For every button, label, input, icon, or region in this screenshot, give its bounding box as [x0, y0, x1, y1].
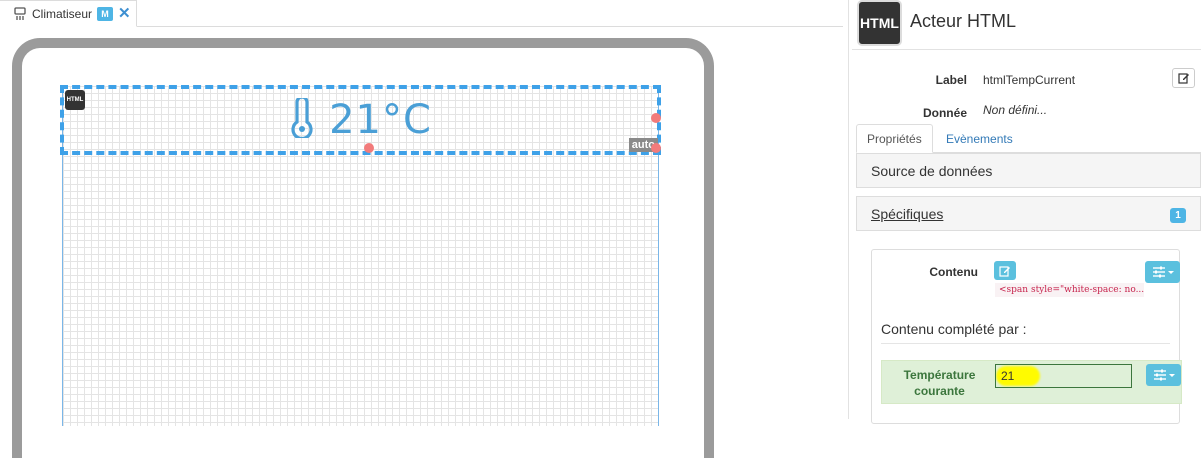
html-widget[interactable]: 21°C HTML auto [60, 85, 661, 155]
html-badge: HTML [65, 90, 85, 110]
section-specific-label: Spécifiques [871, 205, 944, 222]
header-divider [852, 49, 1201, 50]
edit-label-button[interactable] [1172, 68, 1195, 88]
resize-handle-right[interactable] [651, 113, 661, 123]
design-editor: Climatiseur M ✕ 21°C HTML auto [0, 0, 843, 458]
tab-climatiseur[interactable]: Climatiseur M ✕ [0, 0, 137, 27]
section-specific[interactable]: Spécifiques 1 [856, 196, 1201, 231]
device-icon [13, 6, 27, 21]
panel-divider[interactable] [848, 0, 849, 419]
edit-content-button[interactable] [994, 261, 1016, 280]
label-value: htmlTempCurrent [983, 73, 1076, 87]
tab-events[interactable]: Evènements [936, 124, 1023, 153]
edit-icon [1177, 73, 1189, 84]
tab-label: Climatiseur [32, 6, 93, 21]
properties-panel: HTML Acteur HTML Label htmlTempCurrent D… [852, 0, 1201, 424]
data-value: Non défini... [983, 103, 1048, 117]
content-code-preview: <span style="white-space: no... [995, 283, 1144, 297]
completed-by-divider [881, 343, 1170, 344]
temperature-value: 21°C [329, 97, 432, 143]
temperature-row: Température courante [881, 360, 1182, 404]
widget-content: 21°C [64, 89, 657, 151]
content-options-button[interactable] [1145, 261, 1180, 283]
edit-icon [999, 265, 1010, 277]
tab-properties[interactable]: Propriétés [856, 124, 933, 153]
tab-badge: M [97, 6, 114, 21]
temperature-label: Température courante [903, 368, 976, 398]
completed-by-title: Contenu complété par : [881, 321, 1027, 337]
thermometer-icon [289, 94, 315, 143]
data-caption: Donnée [922, 106, 967, 120]
resize-handle-corner[interactable] [651, 143, 661, 153]
label-caption: Label [935, 73, 967, 87]
close-icon[interactable]: ✕ [118, 6, 131, 21]
section-data-source-label: Source de données [871, 162, 993, 179]
content-caption: Contenu [929, 265, 978, 279]
section-data-source[interactable]: Source de données [856, 153, 1201, 188]
sliders-icon [1153, 369, 1175, 381]
sliders-icon [1152, 266, 1174, 278]
html-actor-icon: HTML [857, 0, 902, 46]
panel-title: Acteur HTML [910, 11, 1017, 31]
temperature-input[interactable] [995, 364, 1132, 388]
panel-tabs: Propriétés Evènements [856, 124, 1201, 153]
specific-count-badge: 1 [1170, 208, 1186, 223]
editor-tab-bar: Climatiseur M ✕ [0, 0, 843, 27]
resize-handle-bottom[interactable] [364, 143, 374, 153]
temperature-options-button[interactable] [1146, 364, 1181, 386]
